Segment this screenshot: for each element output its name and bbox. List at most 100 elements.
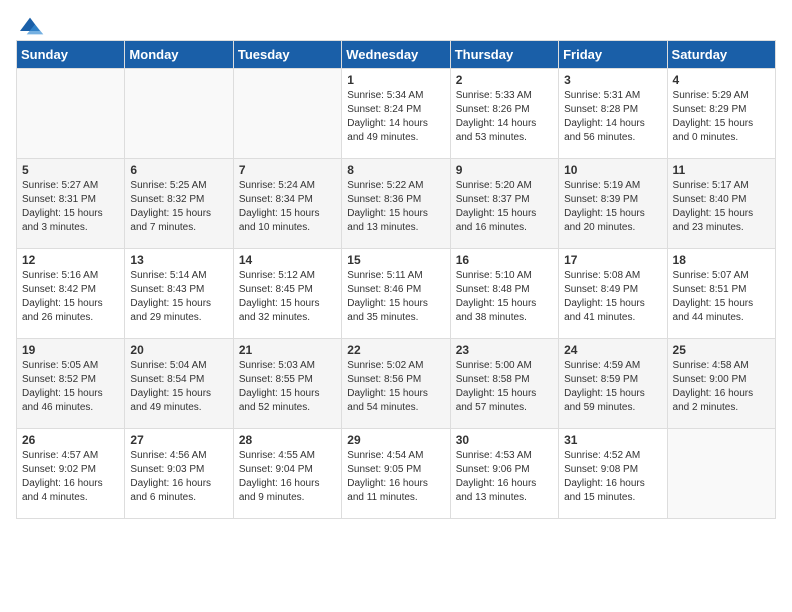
logo	[16, 16, 48, 36]
calendar-cell: 10Sunrise: 5:19 AM Sunset: 8:39 PM Dayli…	[559, 159, 667, 249]
day-number: 2	[456, 73, 553, 87]
header-row: SundayMondayTuesdayWednesdayThursdayFrid…	[17, 41, 776, 69]
day-info: Sunrise: 5:24 AM Sunset: 8:34 PM Dayligh…	[239, 179, 336, 235]
weekday-header-thursday: Thursday	[450, 41, 558, 69]
weekday-header-friday: Friday	[559, 41, 667, 69]
day-info: Sunrise: 4:55 AM Sunset: 9:04 PM Dayligh…	[239, 449, 336, 505]
day-info: Sunrise: 4:52 AM Sunset: 9:08 PM Dayligh…	[564, 449, 661, 505]
calendar-cell: 8 Sunrise: 5:22 AM Sunset: 8:36 PM Daylig…	[342, 159, 450, 249]
calendar-cell: 7 Sunrise: 5:24 AM Sunset: 8:34 PM Daylig…	[233, 159, 341, 249]
day-number: 11	[673, 163, 770, 177]
day-number: 4	[673, 73, 770, 87]
weekday-header-monday: Monday	[125, 41, 233, 69]
calendar-cell: 28 Sunrise: 4:55 AM Sunset: 9:04 PM Dayli…	[233, 429, 341, 519]
day-number: 20	[130, 343, 227, 357]
day-number: 8	[347, 163, 444, 177]
day-info: Sunrise: 4:53 AM Sunset: 9:06 PM Dayligh…	[456, 449, 553, 505]
day-number: 30	[456, 433, 553, 447]
calendar-cell: 22 Sunrise: 5:02 AM Sunset: 8:56 PM Dayli…	[342, 339, 450, 429]
day-number: 5	[22, 163, 119, 177]
day-info: Sunrise: 5:10 AM Sunset: 8:48 PM Dayligh…	[456, 269, 553, 325]
calendar-cell: 1 Sunrise: 5:34 AM Sunset: 8:24 PM Daylig…	[342, 69, 450, 159]
calendar-row-1: 5 Sunrise: 5:27 AM Sunset: 8:31 PM Daylig…	[17, 159, 776, 249]
day-number: 16	[456, 253, 553, 267]
calendar-cell: 30 Sunrise: 4:53 AM Sunset: 9:06 PM Dayli…	[450, 429, 558, 519]
calendar-cell: 20Sunrise: 5:04 AM Sunset: 8:54 PM Dayli…	[125, 339, 233, 429]
calendar-cell: 5 Sunrise: 5:27 AM Sunset: 8:31 PM Daylig…	[17, 159, 125, 249]
calendar-cell: 13 Sunrise: 5:14 AM Sunset: 8:43 PM Dayli…	[125, 249, 233, 339]
day-info: Sunrise: 5:14 AM Sunset: 8:43 PM Dayligh…	[130, 269, 227, 325]
header	[16, 16, 776, 36]
day-info: Sunrise: 5:31 AM Sunset: 8:28 PM Dayligh…	[564, 89, 661, 145]
day-number: 21	[239, 343, 336, 357]
day-info: Sunrise: 5:00 AM Sunset: 8:58 PM Dayligh…	[456, 359, 553, 415]
day-info: Sunrise: 4:54 AM Sunset: 9:05 PM Dayligh…	[347, 449, 444, 505]
day-info: Sunrise: 5:05 AM Sunset: 8:52 PM Dayligh…	[22, 359, 119, 415]
day-number: 12	[22, 253, 119, 267]
day-number: 15	[347, 253, 444, 267]
day-number: 26	[22, 433, 119, 447]
weekday-header-tuesday: Tuesday	[233, 41, 341, 69]
day-number: 13	[130, 253, 227, 267]
calendar-cell	[125, 69, 233, 159]
calendar-cell: 18Sunrise: 5:07 AM Sunset: 8:51 PM Dayli…	[667, 249, 775, 339]
weekday-header-saturday: Saturday	[667, 41, 775, 69]
calendar-cell: 14 Sunrise: 5:12 AM Sunset: 8:45 PM Dayli…	[233, 249, 341, 339]
calendar-cell: 9Sunrise: 5:20 AM Sunset: 8:37 PM Daylig…	[450, 159, 558, 249]
day-info: Sunrise: 4:56 AM Sunset: 9:03 PM Dayligh…	[130, 449, 227, 505]
calendar-row-3: 19Sunrise: 5:05 AM Sunset: 8:52 PM Dayli…	[17, 339, 776, 429]
calendar-cell: 17 Sunrise: 5:08 AM Sunset: 8:49 PM Dayli…	[559, 249, 667, 339]
calendar-cell: 19Sunrise: 5:05 AM Sunset: 8:52 PM Dayli…	[17, 339, 125, 429]
calendar-cell: 26 Sunrise: 4:57 AM Sunset: 9:02 PM Dayli…	[17, 429, 125, 519]
day-number: 22	[347, 343, 444, 357]
weekday-header-wednesday: Wednesday	[342, 41, 450, 69]
day-info: Sunrise: 5:02 AM Sunset: 8:56 PM Dayligh…	[347, 359, 444, 415]
day-number: 29	[347, 433, 444, 447]
day-info: Sunrise: 4:58 AM Sunset: 9:00 PM Dayligh…	[673, 359, 770, 415]
calendar-cell	[667, 429, 775, 519]
calendar-cell	[17, 69, 125, 159]
day-number: 23	[456, 343, 553, 357]
calendar-cell: 21Sunrise: 5:03 AM Sunset: 8:55 PM Dayli…	[233, 339, 341, 429]
day-number: 7	[239, 163, 336, 177]
day-number: 25	[673, 343, 770, 357]
calendar-cell: 16 Sunrise: 5:10 AM Sunset: 8:48 PM Dayli…	[450, 249, 558, 339]
day-info: Sunrise: 5:27 AM Sunset: 8:31 PM Dayligh…	[22, 179, 119, 235]
calendar-row-2: 12 Sunrise: 5:16 AM Sunset: 8:42 PM Dayli…	[17, 249, 776, 339]
day-info: Sunrise: 5:07 AM Sunset: 8:51 PM Dayligh…	[673, 269, 770, 325]
day-info: Sunrise: 5:33 AM Sunset: 8:26 PM Dayligh…	[456, 89, 553, 145]
day-number: 24	[564, 343, 661, 357]
day-number: 14	[239, 253, 336, 267]
calendar-cell: 12 Sunrise: 5:16 AM Sunset: 8:42 PM Dayli…	[17, 249, 125, 339]
calendar-cell: 4 Sunrise: 5:29 AM Sunset: 8:29 PM Daylig…	[667, 69, 775, 159]
day-info: Sunrise: 5:11 AM Sunset: 8:46 PM Dayligh…	[347, 269, 444, 325]
day-number: 28	[239, 433, 336, 447]
calendar-row-0: 1 Sunrise: 5:34 AM Sunset: 8:24 PM Daylig…	[17, 69, 776, 159]
day-info: Sunrise: 5:25 AM Sunset: 8:32 PM Dayligh…	[130, 179, 227, 235]
calendar-cell: 23 Sunrise: 5:00 AM Sunset: 8:58 PM Dayli…	[450, 339, 558, 429]
day-number: 1	[347, 73, 444, 87]
weekday-header-sunday: Sunday	[17, 41, 125, 69]
day-number: 3	[564, 73, 661, 87]
day-number: 27	[130, 433, 227, 447]
calendar-cell: 29 Sunrise: 4:54 AM Sunset: 9:05 PM Dayli…	[342, 429, 450, 519]
day-info: Sunrise: 5:29 AM Sunset: 8:29 PM Dayligh…	[673, 89, 770, 145]
day-info: Sunrise: 5:34 AM Sunset: 8:24 PM Dayligh…	[347, 89, 444, 145]
calendar-cell: 2 Sunrise: 5:33 AM Sunset: 8:26 PM Daylig…	[450, 69, 558, 159]
day-number: 31	[564, 433, 661, 447]
day-info: Sunrise: 5:08 AM Sunset: 8:49 PM Dayligh…	[564, 269, 661, 325]
day-info: Sunrise: 4:57 AM Sunset: 9:02 PM Dayligh…	[22, 449, 119, 505]
day-info: Sunrise: 5:16 AM Sunset: 8:42 PM Dayligh…	[22, 269, 119, 325]
calendar-cell: 25 Sunrise: 4:58 AM Sunset: 9:00 PM Dayli…	[667, 339, 775, 429]
calendar-cell: 15 Sunrise: 5:11 AM Sunset: 8:46 PM Dayli…	[342, 249, 450, 339]
calendar-table: SundayMondayTuesdayWednesdayThursdayFrid…	[16, 40, 776, 519]
calendar-cell: 6Sunrise: 5:25 AM Sunset: 8:32 PM Daylig…	[125, 159, 233, 249]
day-info: Sunrise: 5:12 AM Sunset: 8:45 PM Dayligh…	[239, 269, 336, 325]
calendar-cell: 31 Sunrise: 4:52 AM Sunset: 9:08 PM Dayli…	[559, 429, 667, 519]
day-number: 17	[564, 253, 661, 267]
calendar-cell: 11Sunrise: 5:17 AM Sunset: 8:40 PM Dayli…	[667, 159, 775, 249]
day-info: Sunrise: 5:22 AM Sunset: 8:36 PM Dayligh…	[347, 179, 444, 235]
calendar-cell: 24Sunrise: 4:59 AM Sunset: 8:59 PM Dayli…	[559, 339, 667, 429]
day-info: Sunrise: 5:20 AM Sunset: 8:37 PM Dayligh…	[456, 179, 553, 235]
calendar-row-4: 26 Sunrise: 4:57 AM Sunset: 9:02 PM Dayli…	[17, 429, 776, 519]
